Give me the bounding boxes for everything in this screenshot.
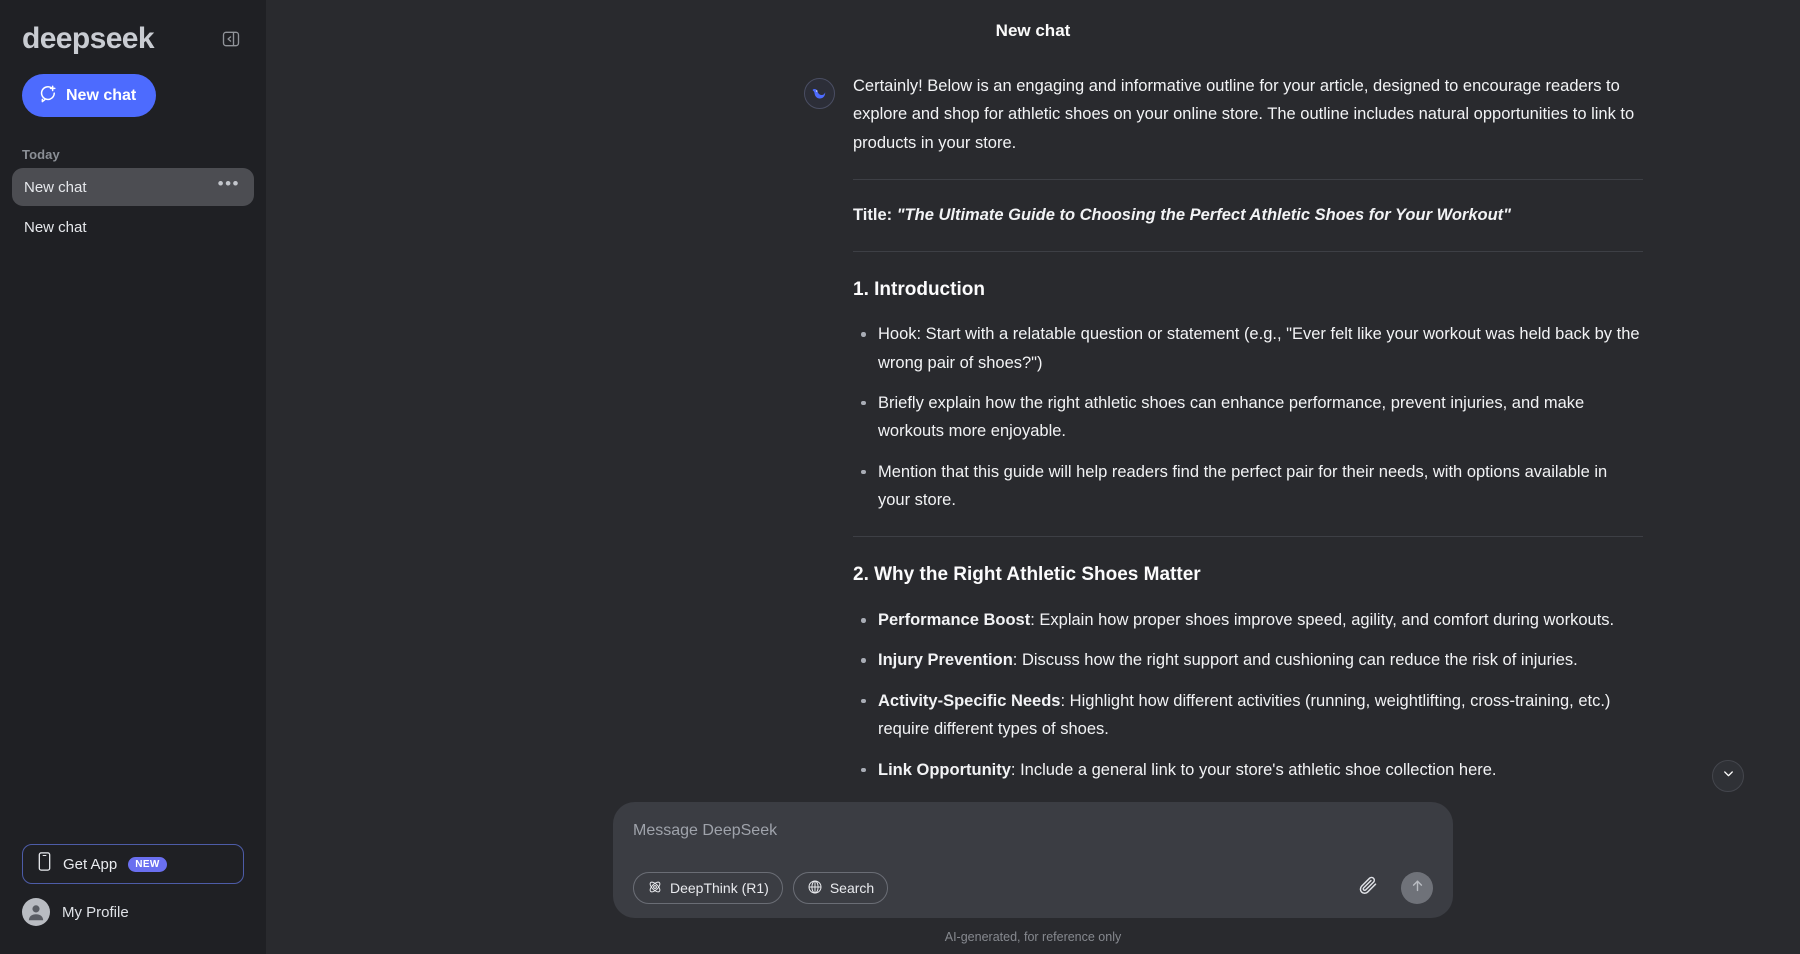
deepthink-button[interactable]: DeepThink (R1)	[633, 872, 783, 904]
bullet-text: Mention that this guide will help reader…	[878, 463, 1607, 509]
list-item: Activity-Specific Needs: Highlight how d…	[853, 687, 1643, 744]
send-message-button[interactable]	[1401, 872, 1433, 904]
get-app-button[interactable]: Get App NEW	[22, 844, 244, 884]
attach-file-button[interactable]	[1353, 873, 1383, 903]
chat-item-more-icon[interactable]: •••	[218, 184, 240, 190]
get-app-label: Get App	[63, 856, 117, 873]
bullet-bold: Performance Boost	[878, 611, 1030, 629]
sidebar: deepseek New chat	[0, 0, 266, 954]
search-button[interactable]: Search	[793, 872, 888, 904]
article-title-text: "The Ultimate Guide to Choosing the Perf…	[897, 206, 1511, 224]
list-item: Briefly explain how the right athletic s…	[853, 389, 1643, 446]
chat-item-label: New chat	[24, 219, 87, 236]
ai-disclaimer: AI-generated, for reference only	[945, 918, 1122, 954]
chat-item-label: New chat	[24, 179, 87, 196]
panel-collapse-icon[interactable]	[218, 26, 244, 52]
assistant-message: Certainly! Below is an engaging and info…	[266, 62, 1800, 802]
my-profile-button[interactable]: My Profile	[0, 898, 266, 954]
section-1-bullets: Hook: Start with a relatable question or…	[853, 320, 1643, 514]
chevron-down-icon	[1721, 766, 1736, 786]
new-badge: NEW	[128, 857, 167, 872]
section-2-heading: 2. Why the Right Athletic Shoes Matter	[853, 559, 1643, 592]
divider-2	[853, 251, 1643, 252]
new-chat-button[interactable]: New chat	[22, 74, 156, 117]
deepseek-logo: deepseek	[22, 24, 154, 54]
search-label: Search	[830, 880, 874, 896]
new-chat-icon	[38, 84, 57, 108]
sidebar-section-today: Today	[0, 117, 266, 168]
list-item: Performance Boost: Explain how proper sh…	[853, 606, 1643, 634]
chat-item-2[interactable]: New chat	[12, 208, 254, 246]
bullet-text: : Discuss how the right support and cush…	[1013, 651, 1578, 669]
my-profile-label: My Profile	[62, 904, 129, 921]
main-header: New chat	[266, 0, 1800, 62]
section-1-heading: 1. Introduction	[853, 274, 1643, 307]
globe-icon	[807, 879, 823, 898]
paperclip-icon	[1358, 875, 1379, 901]
bullet-text: Briefly explain how the right athletic s…	[878, 394, 1584, 440]
bullet-text: Hook: Start with a relatable question or…	[878, 325, 1640, 371]
app-root: deepseek New chat	[0, 0, 1800, 954]
bullet-text: : Explain how proper shoes improve speed…	[1030, 611, 1614, 629]
phone-icon	[37, 852, 52, 876]
deepthink-label: DeepThink (R1)	[670, 880, 769, 896]
main-panel: New chat Certainly! Below is an engaging…	[266, 0, 1800, 954]
bullet-bold: Injury Prevention	[878, 651, 1013, 669]
divider-3	[853, 536, 1643, 537]
arrow-up-icon	[1409, 877, 1426, 899]
new-chat-container: New chat	[0, 62, 266, 117]
divider-1	[853, 179, 1643, 180]
conversation-scroll-area[interactable]: Certainly! Below is an engaging and info…	[266, 62, 1800, 802]
article-title-label: Title:	[853, 206, 892, 224]
message-input[interactable]: Message DeepSeek	[633, 820, 1433, 860]
list-item: Injury Prevention: Discuss how the right…	[853, 646, 1643, 674]
composer: Message DeepSeek DeepThink (R1)	[613, 802, 1453, 918]
section-2-bullets: Performance Boost: Explain how proper sh…	[853, 606, 1643, 784]
message-intro-paragraph: Certainly! Below is an engaging and info…	[853, 72, 1643, 157]
scroll-to-bottom-button[interactable]	[1712, 760, 1744, 792]
message-content: Certainly! Below is an engaging and info…	[853, 72, 1643, 802]
atom-icon	[647, 879, 663, 898]
new-chat-button-label: New chat	[66, 87, 136, 105]
page-title: New chat	[996, 21, 1071, 41]
sidebar-spacer	[0, 248, 266, 844]
bullet-bold: Link Opportunity	[878, 761, 1011, 779]
composer-toolbar: DeepThink (R1) Search	[633, 872, 1433, 904]
list-item: Mention that this guide will help reader…	[853, 458, 1643, 515]
article-title-line: Title: "The Ultimate Guide to Choosing t…	[853, 202, 1643, 228]
bullet-bold: Activity-Specific Needs	[878, 692, 1060, 710]
chat-item-1[interactable]: New chat •••	[12, 168, 254, 206]
sidebar-header: deepseek	[0, 0, 266, 62]
deepseek-whale-icon	[804, 78, 835, 109]
composer-area: Message DeepSeek DeepThink (R1)	[266, 802, 1800, 954]
user-avatar-icon	[22, 898, 50, 926]
list-item: Link Opportunity: Include a general link…	[853, 756, 1643, 784]
bullet-text: : Include a general link to your store's…	[1011, 761, 1497, 779]
list-item: Hook: Start with a relatable question or…	[853, 320, 1643, 377]
chat-history-list: New chat ••• New chat	[0, 168, 266, 248]
